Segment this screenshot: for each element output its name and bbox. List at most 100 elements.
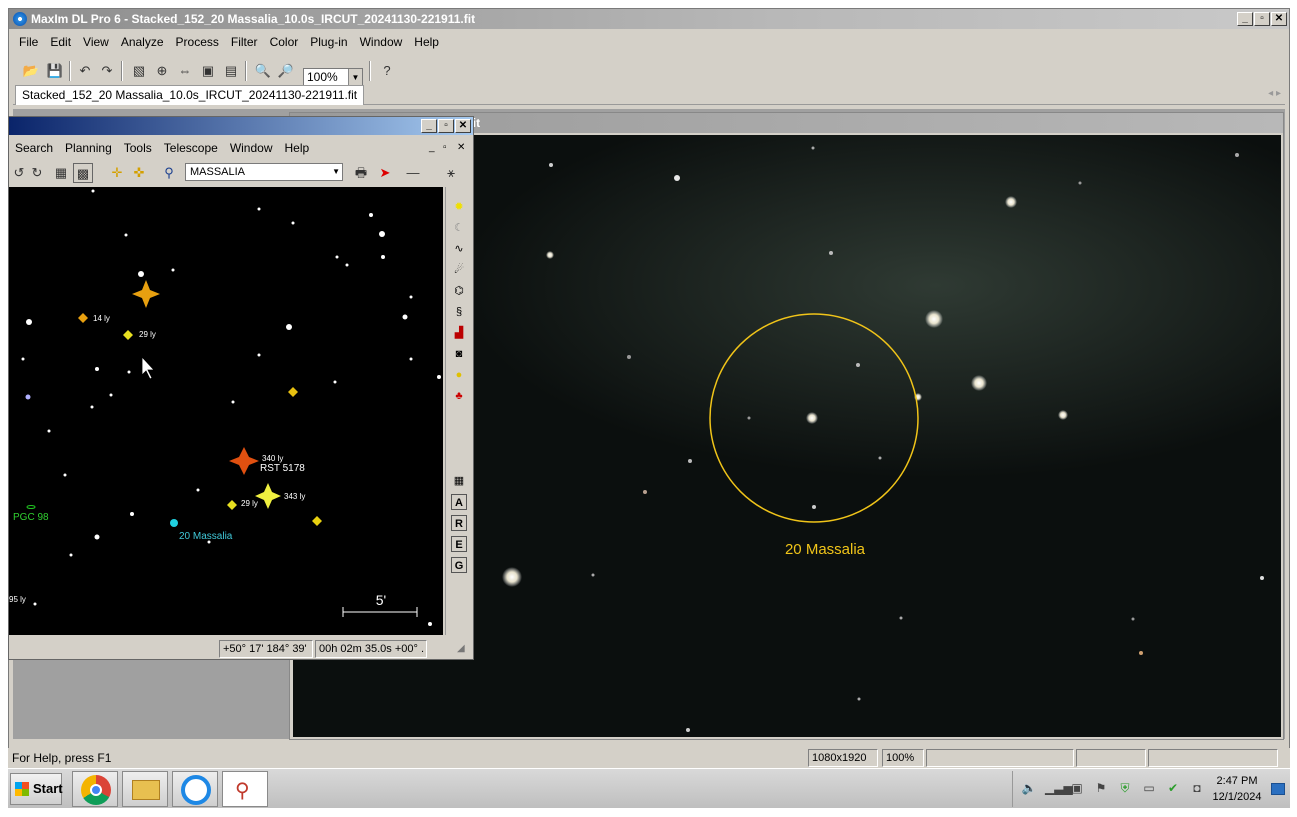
grid-icon[interactable]: ▦: [51, 163, 71, 183]
color-objects-icon[interactable]: ♣: [451, 388, 467, 404]
planetarium-close-button[interactable]: ✕: [455, 119, 471, 133]
line-tool-icon[interactable]: —: [403, 163, 423, 183]
crop-icon[interactable]: ▣: [198, 61, 218, 81]
zoom-out-icon[interactable]: 🔎: [276, 61, 296, 81]
tab-scroll-icon[interactable]: ◂ ▸: [1268, 88, 1281, 99]
minimize-button[interactable]: _: [1237, 12, 1253, 26]
photo-overlay-icon[interactable]: ▩: [73, 163, 93, 183]
volume-icon[interactable]: 🔈: [1021, 781, 1037, 797]
print-icon[interactable]: 🖶: [351, 163, 371, 183]
sky-chart[interactable]: 14 ly 29 ly 340 ly RST 5178 29 ly 343 ly…: [9, 187, 443, 635]
label-g-icon[interactable]: G: [451, 557, 467, 573]
zoom-in-icon[interactable]: 🔍: [253, 61, 273, 81]
planetarium-menu-help[interactable]: Help: [279, 139, 316, 157]
taskbar-planetarium[interactable]: ⚲: [222, 771, 268, 807]
camera-icon[interactable]: ◙: [451, 346, 467, 362]
menu-analyze[interactable]: Analyze: [115, 33, 170, 51]
monitor-icon[interactable]: ▭: [1141, 781, 1157, 797]
screen-stretch-icon[interactable]: ▧: [129, 61, 149, 81]
planetarium-title-bar[interactable]: _ ▫ ✕: [9, 117, 473, 135]
crosshair-icon[interactable]: ✛: [107, 163, 127, 183]
taskbar-maxim[interactable]: [172, 771, 218, 807]
save-icon[interactable]: 💾: [45, 61, 65, 81]
menu-help[interactable]: Help: [408, 33, 445, 51]
sync-icon[interactable]: ✔: [1165, 781, 1181, 797]
telescope-icon[interactable]: ⚹: [441, 163, 461, 183]
comet-icon[interactable]: ☄: [451, 262, 467, 278]
open-icon[interactable]: 📂: [21, 61, 41, 81]
label-r-icon[interactable]: R: [451, 515, 467, 531]
menu-process[interactable]: Process: [170, 33, 225, 51]
find-binoculars-icon[interactable]: ⚲: [159, 163, 179, 183]
asteroid-marker: [170, 519, 178, 527]
camera-tray-icon[interactable]: ◘: [1189, 781, 1205, 797]
crosshair-alt-icon[interactable]: ✜: [129, 163, 149, 183]
planetarium-menu-planning[interactable]: Planning: [59, 139, 118, 157]
chart-star: [90, 405, 94, 409]
star: [686, 728, 690, 732]
pointer-icon[interactable]: ➤: [375, 163, 395, 183]
sun-icon[interactable]: ✹: [451, 199, 467, 215]
galaxy-tool-icon[interactable]: §: [451, 304, 467, 320]
planetarium-window[interactable]: _ ▫ ✕ Search Planning Tools Telescope Window…: [8, 116, 474, 660]
stack-icon[interactable]: ▤: [221, 61, 241, 81]
target-search-combo[interactable]: MASSALIA ▼: [185, 163, 343, 181]
display-icon[interactable]: ▣: [1069, 781, 1085, 797]
document-tab[interactable]: Stacked_152_20 Massalia_10.0s_IRCUT_2024…: [15, 85, 365, 105]
menu-color[interactable]: Color: [264, 33, 305, 51]
star: [627, 355, 631, 359]
close-button[interactable]: ✕: [1271, 12, 1287, 26]
lightbulb-icon[interactable]: ●: [451, 367, 467, 383]
planetarium-menu-tools[interactable]: Tools: [118, 139, 158, 157]
grid-tool-icon[interactable]: ▦: [451, 473, 467, 489]
context-help-icon[interactable]: ?: [377, 61, 397, 81]
rotate-left-icon[interactable]: ↺: [9, 163, 29, 183]
flag-icon[interactable]: ⚑: [1093, 781, 1109, 797]
folder-icon: [132, 780, 160, 800]
chart-star: [25, 394, 31, 400]
child-restore-icon[interactable]: ▫: [443, 142, 447, 153]
menu-file[interactable]: File: [13, 33, 44, 51]
planetarium-menu-search[interactable]: Search: [9, 139, 59, 157]
label-e-icon[interactable]: E: [451, 536, 467, 552]
chart-star: [130, 512, 134, 516]
show-desktop-icon[interactable]: [1271, 783, 1285, 795]
planetarium-menu-window[interactable]: Window: [224, 139, 279, 157]
menu-filter[interactable]: Filter: [225, 33, 264, 51]
center-icon[interactable]: ⊕: [152, 61, 172, 81]
taskbar-file-explorer[interactable]: [122, 771, 168, 807]
planetarium-minimize-button[interactable]: _: [421, 119, 437, 133]
clock-time[interactable]: 2:47 PM: [1209, 775, 1265, 787]
menu-plugin[interactable]: Plug-in: [304, 33, 353, 51]
planetarium-menu-telescope[interactable]: Telescope: [158, 139, 224, 157]
security-icon[interactable]: ⛨: [1117, 781, 1133, 797]
rotate-right-icon[interactable]: ↻: [27, 163, 47, 183]
title-bar[interactable]: MaxIm DL Pro 6 - Stacked_152_20 Massalia…: [9, 9, 1289, 29]
child-minimize-icon[interactable]: _: [429, 142, 435, 153]
star: [856, 363, 860, 367]
menu-view[interactable]: View: [77, 33, 115, 51]
child-close-icon[interactable]: ✕: [457, 142, 465, 153]
menu-window[interactable]: Window: [354, 33, 409, 51]
undo-icon[interactable]: ↶: [75, 61, 95, 81]
chart-star: [231, 400, 235, 404]
network-icon[interactable]: ▁▃▅: [1045, 781, 1073, 797]
planetarium-maximize-button[interactable]: ▫: [438, 119, 454, 133]
chevron-down-icon[interactable]: ▼: [348, 69, 362, 86]
menu-edit[interactable]: Edit: [44, 33, 77, 51]
clock-date[interactable]: 12/1/2024: [1209, 791, 1265, 803]
horizon-icon[interactable]: ▟: [451, 325, 467, 341]
maximize-button[interactable]: ▫: [1254, 12, 1270, 26]
start-button[interactable]: Start: [10, 773, 63, 805]
redo-icon[interactable]: ↷: [97, 61, 117, 81]
star: [857, 697, 861, 701]
label-a-icon[interactable]: A: [451, 494, 467, 510]
moon-icon[interactable]: ☾: [451, 220, 467, 236]
star: [643, 490, 647, 494]
chevron-down-icon[interactable]: ▼: [332, 164, 340, 180]
constellation-icon[interactable]: ⌬: [451, 283, 467, 299]
milky-way-icon[interactable]: ∿: [451, 241, 467, 257]
flip-icon[interactable]: ⇔: [175, 61, 195, 81]
taskbar-chrome[interactable]: [72, 771, 118, 807]
resize-grip-icon[interactable]: ◢: [457, 643, 465, 654]
